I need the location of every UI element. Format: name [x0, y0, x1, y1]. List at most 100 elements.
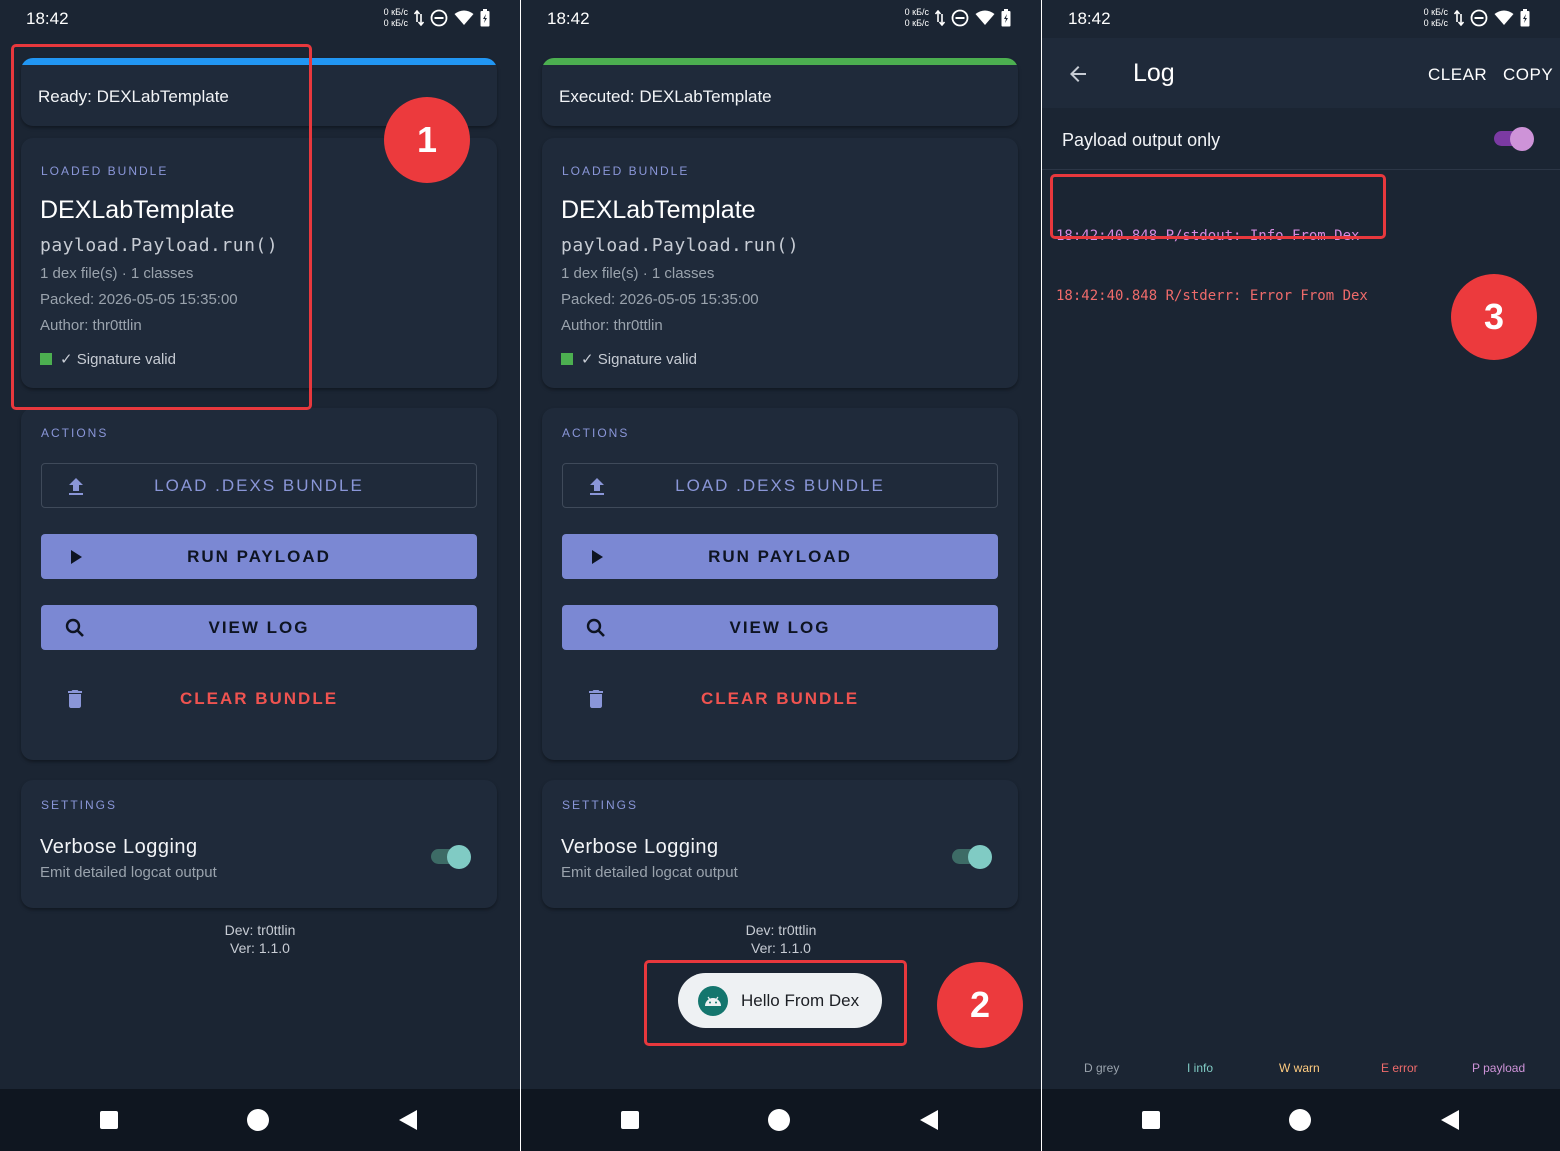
annotation-marker-1: 1 [384, 97, 470, 183]
trash-icon [68, 690, 82, 708]
signature-indicator [561, 353, 573, 365]
search-icon [65, 618, 84, 637]
run-payload-button[interactable]: RUN PAYLOAD [41, 534, 477, 579]
status-time: 18:42 [26, 9, 69, 28]
home-button[interactable] [768, 1109, 790, 1131]
clear-log-button[interactable]: CLEAR [1428, 65, 1487, 85]
wifi-icon [1494, 10, 1514, 25]
view-log-button[interactable]: VIEW LOG [41, 605, 477, 650]
wifi-icon [454, 10, 474, 25]
load-bundle-button[interactable]: LOAD .DEXS BUNDLE [562, 463, 998, 508]
upload-icon [590, 478, 604, 495]
back-button[interactable] [1439, 1109, 1461, 1131]
annotation-box-1 [11, 44, 312, 410]
recents-button[interactable] [621, 1111, 639, 1129]
payload-filter-toggle[interactable] [1494, 127, 1534, 151]
battery-icon [1001, 9, 1011, 27]
developer-credit: Dev: tr0ttlin [745, 922, 817, 938]
verbose-logging-toggle[interactable] [952, 845, 992, 869]
annotation-box-3 [1050, 174, 1386, 239]
load-bundle-button[interactable]: LOAD .DEXS BUNDLE [41, 463, 477, 508]
verbose-logging-subtitle: Emit detailed logcat output [40, 864, 217, 881]
recents-button[interactable] [100, 1111, 118, 1129]
bundle-file-count: 1 dex file(s) · 1 classes [561, 265, 715, 282]
bundle-author: Author: thr0ttlin [561, 317, 663, 334]
bundle-name: DEXLabTemplate [561, 196, 756, 224]
do-not-disturb-icon [430, 9, 448, 27]
status-progress-bar [542, 58, 1018, 65]
section-label-settings: SETTINGS [562, 798, 639, 812]
system-nav-bar [1042, 1089, 1560, 1151]
legend-payload: P payload [1472, 1061, 1526, 1075]
signature-status: ✓ Signature valid [561, 350, 697, 368]
verbose-logging-title: Verbose Logging [40, 836, 198, 858]
page-title: Log [1133, 59, 1175, 87]
back-button[interactable] [397, 1109, 419, 1131]
upload-icon [69, 478, 83, 495]
system-nav-bar [521, 1089, 1041, 1151]
actions-card: ACTIONS LOAD .DEXS BUNDLE RUN PAYLOAD VI… [542, 408, 1018, 760]
battery-icon [1520, 9, 1530, 27]
network-speed: 0 кБ/с 0 кБ/с [904, 7, 929, 28]
verbose-logging-subtitle: Emit detailed logcat output [561, 864, 738, 881]
screen-log: 18:42 0 кБ/с 0 кБ/с Log CLEAR COPY Paylo… [1042, 0, 1560, 1151]
payload-filter-label: Payload output only [1062, 130, 1221, 150]
trash-icon [589, 690, 603, 708]
status-bar: 18:42 0 кБ/с 0 кБ/с [0, 0, 520, 38]
battery-icon [480, 9, 490, 27]
app-version: Ver: 1.1.0 [230, 940, 290, 956]
annotation-box-2 [644, 960, 907, 1046]
recents-button[interactable] [1142, 1111, 1160, 1129]
bundle-packed-date: Packed: 2026-05-05 15:35:00 [561, 291, 759, 308]
section-label-settings: SETTINGS [41, 798, 118, 812]
status-time: 18:42 [547, 9, 590, 28]
verbose-logging-title: Verbose Logging [561, 836, 719, 858]
annotation-marker-2: 2 [937, 962, 1023, 1048]
copy-log-button[interactable]: COPY [1503, 65, 1553, 85]
network-speed: 0 кБ/с 0 кБ/с [383, 7, 408, 28]
bundle-entry-point: payload.Payload.run() [561, 235, 800, 256]
loaded-bundle-card: LOADED BUNDLE DEXLabTemplate payload.Pay… [542, 138, 1018, 388]
legend-error: E error [1381, 1061, 1418, 1075]
status-bar: 18:42 0 кБ/с 0 кБ/с [1042, 0, 1560, 38]
wifi-icon [975, 10, 995, 25]
status-time: 18:42 [1068, 9, 1111, 28]
section-label-actions: ACTIONS [562, 426, 630, 440]
home-button[interactable] [1289, 1109, 1311, 1131]
status-text: Executed: DEXLabTemplate [559, 87, 772, 106]
legend-info: I info [1187, 1061, 1214, 1075]
network-speed: 0 кБ/с 0 кБ/с [1423, 7, 1448, 28]
clear-bundle-button[interactable]: CLEAR BUNDLE [41, 676, 477, 721]
app-footer: Dev: tr0ttlin Ver: 1.1.0 [0, 921, 520, 957]
data-transfer-icon [1454, 10, 1464, 26]
data-transfer-icon [935, 10, 945, 26]
status-bar: 18:42 0 кБ/с 0 кБ/с [521, 0, 1041, 38]
settings-card: SETTINGS Verbose Logging Emit detailed l… [542, 780, 1018, 908]
settings-card: SETTINGS Verbose Logging Emit detailed l… [21, 780, 497, 908]
legend-debug: D grey [1084, 1061, 1120, 1075]
verbose-logging-toggle[interactable] [431, 845, 471, 869]
view-log-button[interactable]: VIEW LOG [562, 605, 998, 650]
log-app-bar: Log CLEAR COPY [1042, 38, 1560, 108]
clear-bundle-button[interactable]: CLEAR BUNDLE [562, 676, 998, 721]
section-label-loaded-bundle: LOADED BUNDLE [562, 164, 690, 178]
run-payload-button[interactable]: RUN PAYLOAD [562, 534, 998, 579]
arrow-back-icon[interactable] [1066, 62, 1090, 86]
developer-credit: Dev: tr0ttlin [224, 922, 296, 938]
log-line: 18:42:40.848 R/stderr: Error From Dex [1056, 288, 1368, 304]
play-icon [592, 550, 603, 564]
section-label-actions: ACTIONS [41, 426, 109, 440]
back-button[interactable] [918, 1109, 940, 1131]
do-not-disturb-icon [951, 9, 969, 27]
payload-filter-row: Payload output only [1042, 108, 1560, 170]
search-icon [586, 618, 605, 637]
data-transfer-icon [414, 10, 424, 26]
app-version: Ver: 1.1.0 [751, 940, 811, 956]
do-not-disturb-icon [1470, 9, 1488, 27]
legend-warn: W warn [1279, 1061, 1320, 1075]
home-button[interactable] [247, 1109, 269, 1131]
actions-card: ACTIONS LOAD .DEXS BUNDLE RUN PAYLOAD VI… [21, 408, 497, 760]
system-nav-bar [0, 1089, 520, 1151]
app-footer: Dev: tr0ttlin Ver: 1.1.0 [521, 921, 1041, 957]
annotation-marker-3: 3 [1451, 274, 1537, 360]
